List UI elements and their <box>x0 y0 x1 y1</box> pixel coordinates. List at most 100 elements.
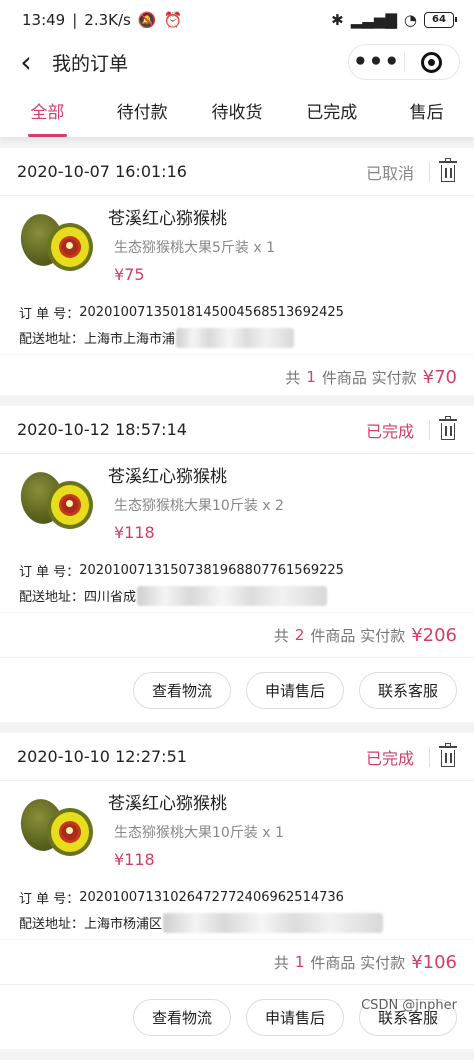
bluetooth-icon: ✱ <box>331 11 344 29</box>
product-name: 苍溪红心猕猴桃 <box>108 209 227 229</box>
address-value: 上海市上海市浦 <box>84 332 176 347</box>
order-product[interactable]: 苍溪红心猕猴桃 生态猕猴桃大果10斤装 x 2 ¥118 <box>0 454 474 546</box>
address-label: 配送地址： <box>19 590 85 605</box>
trash-icon[interactable] <box>439 415 457 441</box>
order-number: 20201007131026472772406962514736 <box>79 890 344 905</box>
mini-program-capsule: ••• <box>348 44 460 80</box>
order-product[interactable]: 苍溪红心猕猴桃 生态猕猴桃大果5斤装 x 1 ¥75 <box>0 196 474 288</box>
order-total: ¥206 <box>411 624 457 646</box>
order-summary: 共 2 件商品 实付款 ¥206 <box>0 612 474 657</box>
apply-after-sales-button[interactable]: 申请售后 <box>245 672 344 709</box>
order-status: 已完成 <box>365 421 414 441</box>
page-title: 我的订单 <box>52 52 129 75</box>
address-line: 配送地址： 上海市杨浦区 <box>19 910 455 935</box>
order-number-label: 订 单 号： <box>19 892 80 907</box>
order-number-label: 订 单 号： <box>19 565 80 580</box>
order-product[interactable]: 苍溪红心猕猴桃 生态猕猴桃大果10斤装 x 1 ¥118 <box>0 781 474 873</box>
more-options-icon[interactable]: ••• <box>349 51 404 74</box>
tab-all[interactable]: 全部 <box>0 84 95 137</box>
order-summary: 共 1 件商品 实付款 ¥106 <box>0 939 474 984</box>
order-date: 2020-10-10 12:27:51 <box>17 747 187 766</box>
target-icon <box>421 51 443 73</box>
order-info: 订 单 号： 20201007131507381968807761569225 配… <box>0 546 474 612</box>
order-actions: 查看物流 申请售后 联系客服 <box>0 657 474 722</box>
address-label: 配送地址： <box>19 332 85 347</box>
product-name: 苍溪红心猕猴桃 <box>108 467 227 487</box>
status-separator: | <box>72 11 78 29</box>
address-line: 配送地址： 四川省成 <box>19 583 455 608</box>
item-count: 1 <box>306 368 316 386</box>
signal-icon: ▂▃▅▇ <box>350 11 397 29</box>
count-prefix: 共 <box>273 626 289 645</box>
alarm-icon: ⏰ <box>163 11 183 29</box>
status-bar: 13:49 | 2.3K/s 🔕 ⏰ ✱ ▂▃▅▇ ◔ 64 <box>0 0 474 40</box>
product-spec: 生态猕猴桃大果5斤装 x 1 <box>114 240 275 256</box>
address-value: 上海市杨浦区 <box>84 917 163 932</box>
kiwi-image <box>17 469 93 532</box>
kiwi-image <box>17 211 93 274</box>
tab-pending-payment[interactable]: 待付款 <box>95 84 190 137</box>
navigation-bar: ‹ 我的订单 ••• <box>0 40 474 84</box>
order-number-line: 订 单 号： 20201007131026472772406962514736 <box>19 885 455 910</box>
order-header: 2020-10-12 18:57:14 已完成 <box>0 406 474 454</box>
tab-after-sales[interactable]: 售后 <box>379 84 474 137</box>
kiwi-image <box>17 796 93 859</box>
status-bar-left: 13:49 | 2.3K/s 🔕 ⏰ <box>22 11 182 29</box>
order-number-line: 订 单 号： 20201007131507381968807761569225 <box>19 558 455 583</box>
network-speed: 2.3K/s <box>84 11 131 29</box>
order-number-line: 订 单 号： 202010071350181450045685136924​25 <box>19 300 455 325</box>
order-number-label: 订 单 号： <box>19 307 80 322</box>
count-suffix: 件商品 实付款 <box>321 368 417 387</box>
header-divider <box>429 161 430 182</box>
order-summary: 共 1 件商品 实付款 ¥70 <box>0 354 474 395</box>
trash-icon[interactable] <box>439 742 457 768</box>
wifi-icon: ◔ <box>403 11 417 29</box>
apply-after-sales-button[interactable]: 申请售后 <box>245 999 344 1036</box>
order-total: ¥106 <box>411 951 457 973</box>
count-suffix: 件商品 实付款 <box>310 626 406 645</box>
csdn-watermark: CSDN @jnpher <box>361 998 457 1013</box>
order-status: 已完成 <box>365 748 414 768</box>
chevron-left-icon[interactable]: ‹ <box>0 40 52 84</box>
order-number: 20201007131507381968807761569225 <box>79 563 344 578</box>
tab-completed[interactable]: 已完成 <box>284 84 379 137</box>
order-number: 202010071350181450045685136924​25 <box>79 305 344 320</box>
order-list: 2020-10-07 16:01:16 已取消 苍溪红心猕猴桃 生态猕猴桃大果5… <box>0 148 474 1060</box>
view-logistics-button[interactable]: 查看物流 <box>132 999 231 1036</box>
product-price: ¥75 <box>114 265 145 284</box>
order-actions: 查看物流 申请售后 联系客服 <box>0 984 474 1049</box>
order-date: 2020-10-07 16:01:16 <box>17 162 187 181</box>
header-divider <box>429 419 430 440</box>
address-label: 配送地址： <box>19 917 85 932</box>
redacted-address <box>176 327 295 348</box>
order-total: ¥70 <box>422 366 457 388</box>
battery-icon: 64 <box>424 12 457 28</box>
item-count: 2 <box>294 626 305 644</box>
product-price: ¥118 <box>114 523 155 542</box>
product-price: ¥118 <box>114 850 155 869</box>
order-status: 已取消 <box>365 163 414 183</box>
tab-pending-delivery[interactable]: 待收货 <box>190 84 285 137</box>
order-header: 2020-10-07 16:01:16 已取消 <box>0 148 474 196</box>
order-card: 2020-10-07 16:01:16 已取消 苍溪红心猕猴桃 生态猕猴桃大果5… <box>0 148 474 395</box>
redacted-address <box>137 585 328 606</box>
order-info: 订 单 号： 202010071350181450045685136924​25 … <box>0 288 474 354</box>
count-prefix: 共 <box>273 953 289 972</box>
contact-service-button[interactable]: 联系客服 <box>358 672 457 709</box>
close-mini-program-button[interactable] <box>405 51 459 73</box>
trash-icon[interactable] <box>439 157 457 183</box>
item-count: 1 <box>294 953 305 971</box>
order-card: 2020-10-12 18:57:14 已完成 苍溪红心猕猴桃 生态猕猴桃大果1… <box>0 406 474 722</box>
view-logistics-button[interactable]: 查看物流 <box>132 672 231 709</box>
address-line: 配送地址： 上海市上海市浦 <box>19 325 455 350</box>
header-divider <box>429 746 430 767</box>
order-tabs: 全部 待付款 待收货 已完成 售后 <box>0 84 474 137</box>
address-value: 四川省成 <box>84 590 137 605</box>
count-suffix: 件商品 实付款 <box>310 953 406 972</box>
product-name: 苍溪红心猕猴桃 <box>108 794 227 814</box>
product-spec: 生态猕猴桃大果10斤装 x 2 <box>114 498 284 514</box>
order-date: 2020-10-12 18:57:14 <box>17 420 187 439</box>
redacted-address <box>163 912 384 933</box>
mute-icon: 🔕 <box>137 11 157 29</box>
order-info: 订 单 号： 20201007131026472772406962514736 配… <box>0 873 474 939</box>
